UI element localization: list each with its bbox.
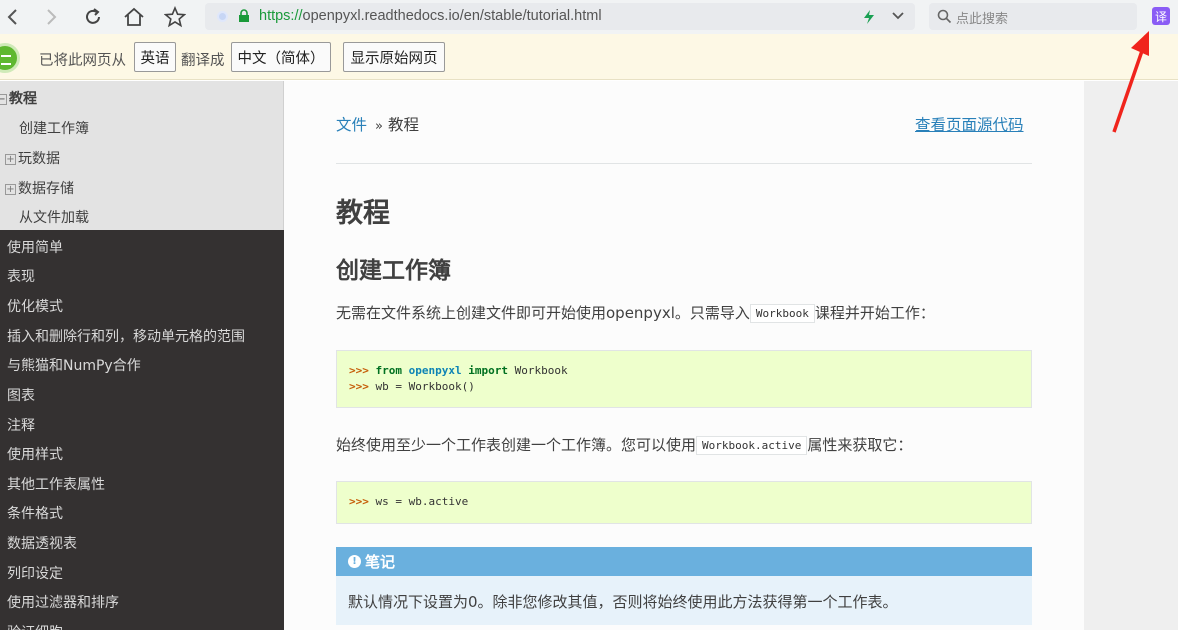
url-scheme: https:// <box>259 8 303 24</box>
sidebar-item-charts[interactable]: 图表 <box>7 385 291 405</box>
breadcrumb-separator: » <box>375 119 383 134</box>
sidebar-item-conditional-formatting[interactable]: 条件格式 <box>7 503 291 523</box>
address-bar[interactable]: https://openpyxl.readthedocs.io/en/stabl… <box>205 3 915 30</box>
forward-arrow-icon <box>47 9 57 25</box>
inline-code: Workbook <box>749 304 815 323</box>
translate-logo-icon <box>0 43 20 73</box>
sidebar-item-filters-sort[interactable]: 使用过滤器和排序 <box>7 592 291 612</box>
translate-middle-text: 翻译成 <box>181 53 225 69</box>
note-title-text: 笔记 <box>365 553 396 571</box>
paragraph-text: 属性来获取它： <box>807 436 913 454</box>
reload-icon <box>86 8 100 24</box>
sidebar-item-worksheet-properties[interactable]: 其他工作表属性 <box>7 474 291 494</box>
sidebar-item-validating-cells[interactable]: 验证细胞 <box>7 622 291 630</box>
note-admonition: ! 笔记 默认情况下设置为0。除非您修改其值，否则将始终使用此方法获得第一个工作表… <box>336 547 1032 625</box>
home-icon <box>124 7 144 26</box>
breadcrumb-home-link[interactable]: 文件 <box>336 116 367 134</box>
annotation-arrow-icon <box>1112 31 1149 133</box>
code-block-create: >>> from openpyxl import Workbook >>> wb… <box>336 350 1032 408</box>
main-content: 文件 » 教程 查看页面源代码 教程 创建工作簿 无需在文件系统上创建文件即可开始使… <box>284 81 1084 630</box>
code-keyword: from <box>375 364 403 377</box>
code-prompt: >>> <box>349 364 376 377</box>
target-language-button[interactable]: 中文（简体） <box>231 42 331 72</box>
sidebar-item-label: 教程 <box>9 91 37 107</box>
sidebar-item-simple-usage[interactable]: 使用简单 <box>7 237 291 257</box>
inline-code: Workbook.active <box>696 436 808 455</box>
forward-button[interactable] <box>38 4 64 30</box>
sidebar: − 教程 创建工作簿 + 玩数据 + 数据存储 从文件加载 使用简单 表现 优化模式 … <box>0 81 284 630</box>
sidebar-item-label: 从文件加载 <box>19 210 89 226</box>
sidebar-item-comments[interactable]: 注释 <box>7 415 291 435</box>
code-name: Workbook <box>514 364 568 377</box>
back-button[interactable] <box>0 4 26 30</box>
sidebar-item-print-settings[interactable]: 列印设定 <box>7 563 291 583</box>
reload-button[interactable] <box>80 4 106 30</box>
sidebar-item-tutorial[interactable]: − 教程 <box>0 88 280 108</box>
divider <box>336 163 1032 164</box>
sidebar-item-insert-delete[interactable]: 插入和删除行和列，移动单元格的范围 <box>7 326 291 346</box>
translate-bar: 已将此网页从 英语 翻译成 中文（简体） 显示原始网页 <box>0 34 1178 80</box>
sidebar-item-pivot-tables[interactable]: 数据透视表 <box>7 533 291 553</box>
url-path: openpyxl.readthedocs.io/en/stable/tutori… <box>302 8 602 24</box>
code-text: wb = Workbook() <box>375 380 475 393</box>
code-text: ws = wb.active <box>375 495 469 508</box>
site-info-icon[interactable] <box>217 11 228 22</box>
section-title: 创建工作簿 <box>336 258 451 284</box>
sidebar-subitem-play-data[interactable]: + 玩数据 <box>5 148 289 168</box>
breadcrumb-current: 教程 <box>387 116 419 134</box>
sidebar-item-label: 玩数据 <box>18 151 60 167</box>
sidebar-subitem-load-from-file[interactable]: 从文件加载 <box>19 207 303 227</box>
source-language-button[interactable]: 英语 <box>134 42 176 72</box>
code-prompt: >>> <box>349 495 376 508</box>
sidebar-item-styles[interactable]: 使用样式 <box>7 444 291 464</box>
info-icon: ! <box>348 555 361 568</box>
search-box[interactable]: 点此搜索 <box>929 3 1137 30</box>
sidebar-current-section: − 教程 创建工作簿 + 玩数据 + 数据存储 从文件加载 <box>0 81 284 230</box>
code-block-active: >>> ws = wb.active <box>336 481 1032 524</box>
paragraph-intro: 无需在文件系统上创建文件即可开始使用openpyxl。只需导入 Workbook 课… <box>336 302 935 323</box>
sidebar-item-performance[interactable]: 表现 <box>7 266 291 286</box>
view-page-source-link[interactable]: 查看页面源代码 <box>915 113 1024 135</box>
translate-extension-icon[interactable]: 译 <box>1152 7 1170 25</box>
browser-toolbar: https://openpyxl.readthedocs.io/en/stabl… <box>0 0 1178 34</box>
home-button[interactable] <box>121 4 147 30</box>
url-text[interactable]: https://openpyxl.readthedocs.io/en/stabl… <box>259 8 602 24</box>
lock-icon <box>239 9 249 22</box>
translate-prefix-text: 已将此网页从 <box>39 53 126 69</box>
show-original-button[interactable]: 显示原始网页 <box>343 42 445 72</box>
bookmark-button[interactable] <box>162 4 188 30</box>
code-module: openpyxl <box>408 364 462 377</box>
expand-icon[interactable]: + <box>5 184 16 195</box>
code-keyword: import <box>468 364 508 377</box>
sidebar-item-optimized-modes[interactable]: 优化模式 <box>7 296 291 316</box>
collapse-icon[interactable]: − <box>0 94 7 105</box>
sidebar-item-pandas-numpy[interactable]: 与熊猫和NumPy合作 <box>7 355 291 375</box>
paragraph-text: 无需在文件系统上创建文件即可开始使用openpyxl。只需导入 <box>336 304 750 322</box>
chevron-down-icon[interactable] <box>891 10 905 22</box>
code-prompt: >>> <box>349 380 376 393</box>
note-title: ! 笔记 <box>336 547 1032 576</box>
breadcrumb: 文件 » 教程 <box>336 113 419 135</box>
page-title: 教程 <box>336 198 390 229</box>
search-icon <box>937 9 952 24</box>
search-placeholder: 点此搜索 <box>956 12 1009 27</box>
code-line: >>> ws = wb.active <box>349 494 1019 510</box>
paragraph-text: 课程并开始工作： <box>814 304 935 322</box>
star-icon <box>164 6 186 28</box>
code-line: >>> wb = Workbook() <box>349 379 1019 395</box>
expand-icon[interactable]: + <box>5 154 16 165</box>
sidebar-item-label: 数据存储 <box>18 181 74 197</box>
code-line: >>> from openpyxl import Workbook <box>349 363 1019 379</box>
paragraph-text: 始终使用至少一个工作表创建一个工作簿。您可以使用 <box>336 436 697 454</box>
paragraph-active-sheet: 始终使用至少一个工作表创建一个工作簿。您可以使用 Workbook.active 属… <box>336 434 912 455</box>
lightning-icon[interactable] <box>863 9 875 25</box>
sidebar-subitem-data-storage[interactable]: + 数据存储 <box>5 178 289 198</box>
back-arrow-icon <box>7 9 17 25</box>
sidebar-subitem-create-workbook[interactable]: 创建工作簿 <box>19 118 303 138</box>
sidebar-item-label: 创建工作簿 <box>19 121 89 137</box>
right-margin <box>1084 81 1178 630</box>
note-body: 默认情况下设置为0。除非您修改其值，否则将始终使用此方法获得第一个工作表。 <box>348 593 898 611</box>
